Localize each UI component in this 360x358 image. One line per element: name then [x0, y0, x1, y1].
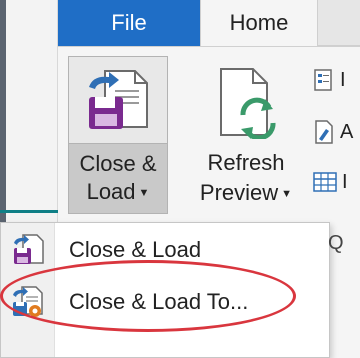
advanced-editor-label: A [340, 120, 354, 143]
close-load-small-icon [1, 225, 55, 275]
refresh-preview-label-line2-wrap: Preview ▼ [190, 178, 302, 209]
close-load-icon[interactable] [69, 57, 167, 143]
tab-file[interactable]: File [58, 0, 200, 46]
close-load-label-line2: Load [86, 179, 136, 204]
close-load-label-line2-wrap: Load ▼ [69, 178, 167, 207]
tab-row-filler [318, 0, 360, 46]
refresh-preview-icon [190, 62, 302, 144]
close-load-to-icon [1, 277, 55, 327]
properties-label: I [340, 68, 346, 91]
tab-home[interactable]: Home [200, 0, 318, 46]
manage-button[interactable]: I [312, 168, 360, 196]
refresh-preview-button[interactable]: Refresh Preview ▼ [190, 56, 302, 214]
advanced-editor-button[interactable]: A [312, 118, 360, 146]
refresh-preview-label-line1: Refresh [207, 150, 285, 175]
background-window-accent [0, 210, 58, 213]
refresh-preview-label: Refresh Preview ▼ [190, 148, 302, 209]
refresh-preview-label-line2: Preview [199, 180, 279, 205]
close-load-dropdown-menu: Close & Load Close & Load To... [0, 222, 330, 358]
chevron-down-icon: ▼ [281, 188, 293, 201]
properties-icon [314, 69, 332, 91]
queries-group-label: Q [328, 232, 344, 254]
properties-button[interactable]: I [312, 66, 360, 94]
menu-item-close-load-label: Close & Load [69, 237, 202, 262]
menu-item-close-load[interactable]: Close & Load [1, 225, 329, 275]
manage-label: I [342, 170, 348, 193]
close-load-split-button[interactable]: Close & Load ▼ [68, 56, 168, 214]
close-load-dropdown[interactable]: Close & Load ▼ [69, 143, 167, 213]
chevron-down-icon: ▼ [138, 187, 150, 200]
manage-icon [313, 172, 337, 192]
advanced-editor-icon [315, 120, 333, 144]
menu-item-close-load-to[interactable]: Close & Load To... [1, 277, 329, 327]
close-load-label-line1: Close & [79, 151, 157, 176]
menu-item-close-load-to-label: Close & Load To... [69, 289, 249, 314]
